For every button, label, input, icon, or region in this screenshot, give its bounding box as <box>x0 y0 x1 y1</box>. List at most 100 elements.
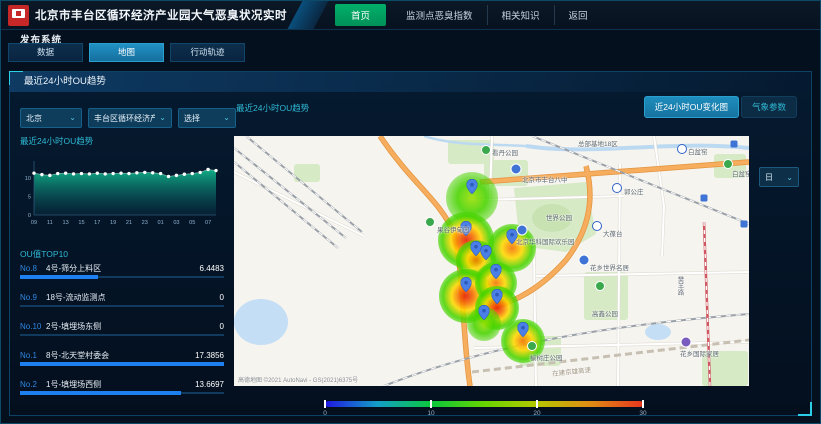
svg-text:15: 15 <box>78 220 84 226</box>
svg-text:0: 0 <box>28 213 31 219</box>
map-place-label: 世界公园 <box>546 212 572 222</box>
ou-value: 13.6697 <box>195 380 224 389</box>
poi-icon <box>511 164 522 175</box>
weather-params-button[interactable]: 气象参数 <box>741 96 797 118</box>
main-panel: 最近24小时OU趋势 北京⌄丰台区循环经济产⌄选择⌄ 最近24小时OU趋势 05… <box>9 71 812 416</box>
svg-text:5: 5 <box>28 194 31 200</box>
period-select-value: 日 <box>765 172 773 183</box>
park-icon <box>481 145 491 155</box>
map-overlay-layer: 总部基地18区看丹公园北京市丰台八中郭公庄白盆窑白盆窑公园世界公园果谷伊甸园北京… <box>234 136 749 386</box>
map-pin-icon[interactable] <box>479 305 490 320</box>
map-canvas[interactable]: 总部基地18区看丹公园北京市丰台八中郭公庄白盆窑白盆窑公园世界公园果谷伊甸园北京… <box>234 136 749 386</box>
map-pin-icon[interactable] <box>518 322 529 337</box>
filter-select-0[interactable]: 北京⌄ <box>20 108 82 128</box>
metro-station-icon <box>677 144 687 154</box>
nav-item-2[interactable]: 相关知识 <box>487 5 554 25</box>
top10-row: No.18号-北天堂村委会17.3856 <box>20 350 224 379</box>
svg-text:01: 01 <box>157 220 163 226</box>
panel-title: 最近24小时OU趋势 <box>10 72 811 92</box>
filter-select-1[interactable]: 丰台区循环经济产⌄ <box>88 108 172 128</box>
map-place-label: 花乡国际家居 <box>680 348 719 358</box>
poi-icon <box>579 255 590 266</box>
value-bar-track <box>20 334 224 336</box>
svg-text:23: 23 <box>142 220 148 226</box>
app-header: 北京市丰台区循环经济产业园大气恶臭状况实时 首页监测点恶臭指数相关知识返回 <box>1 1 820 30</box>
value-bar-track <box>20 363 224 365</box>
chevron-down-icon: ⌄ <box>159 114 166 122</box>
svg-text:09: 09 <box>31 220 37 226</box>
top10-row: No.102号-填埋场东侧0 <box>20 321 224 350</box>
road-shield-icon <box>701 195 708 202</box>
publish-tabs: 数据地图行动轨迹 <box>8 43 245 62</box>
map-place-label: 高鑫公园 <box>592 308 618 318</box>
app-root: 北京市丰台区循环经济产业园大气恶臭状况实时 首页监测点恶臭指数相关知识返回 发布… <box>0 0 821 424</box>
filter-dropdowns: 北京⌄丰台区循环经济产⌄选择⌄ <box>20 108 236 128</box>
park-icon <box>595 281 605 291</box>
publish-tab-2[interactable]: 行动轨迹 <box>170 43 245 62</box>
nav-item-3[interactable]: 返回 <box>554 5 602 25</box>
map-place-label: 总部基地18区 <box>578 138 618 148</box>
nav-item-0[interactable]: 首页 <box>335 4 386 26</box>
rank-label: No.1 <box>20 351 46 360</box>
ou-value: 0 <box>220 322 224 331</box>
value-bar-fill <box>20 391 181 395</box>
legend-tick-label: 30 <box>639 410 646 417</box>
site-name: 1号-填埋场西侧 <box>46 379 189 390</box>
map-place-label: 白盆窑 <box>688 146 708 156</box>
nav-item-1[interactable]: 监测点恶臭指数 <box>392 5 487 25</box>
poi-icon <box>681 337 692 348</box>
poi-icon <box>517 225 528 236</box>
rank-label: No.9 <box>20 293 46 302</box>
filter-select-value: 选择 <box>184 113 200 124</box>
map-section-label: 最近24小时OU趋势 <box>236 102 309 114</box>
period-select[interactable]: 日 ⌄ <box>759 167 799 187</box>
park-icon <box>425 217 435 227</box>
top10-list: No.84号-筛分上料区6.4483No.918号-流动监测点 0 No.1 0 2号-… <box>20 263 224 408</box>
ou-color-legend: 0102030 <box>325 401 643 417</box>
chevron-down-icon: ⌄ <box>69 114 76 122</box>
value-bar-track <box>20 392 224 394</box>
value-bar-track <box>20 276 224 278</box>
map-pin-icon[interactable] <box>481 245 492 260</box>
top10-row: No.21号-填埋场西侧13.6697 <box>20 379 224 408</box>
publish-tab-0[interactable]: 数据 <box>8 43 83 62</box>
svg-text:07: 07 <box>205 220 211 226</box>
metro-station-icon <box>592 221 602 231</box>
map-place-label: 郭公庄 <box>624 186 644 196</box>
filter-select-2[interactable]: 选择⌄ <box>178 108 236 128</box>
ou-value: 17.3856 <box>195 351 224 360</box>
value-bar-fill <box>20 362 224 366</box>
legend-tick-label: 20 <box>533 410 540 417</box>
value-bar-fill <box>20 275 98 279</box>
map-place-label: 榆树庄公园 <box>530 352 563 362</box>
map-place-label: 果谷伊甸园 <box>437 224 470 234</box>
map-pin-icon[interactable] <box>492 289 503 304</box>
svg-text:10: 10 <box>25 176 31 182</box>
publish-tab-1[interactable]: 地图 <box>89 43 164 62</box>
ou-value: 0 <box>220 293 224 302</box>
svg-text:13: 13 <box>63 220 69 226</box>
top10-row: No.84号-筛分上料区6.4483 <box>20 263 224 292</box>
map-place-label: 樊羊路 <box>674 276 684 296</box>
header-accent <box>288 1 329 29</box>
trend-chart: 0510091113151719212301030507 <box>16 148 224 238</box>
legend-tick-mark <box>430 400 432 408</box>
map-pin-icon[interactable] <box>461 277 472 292</box>
svg-text:21: 21 <box>126 220 132 226</box>
road-shield-icon <box>741 221 748 228</box>
svg-text:05: 05 <box>189 220 195 226</box>
site-name: 2号-填埋场东侧 <box>46 321 214 332</box>
main-nav: 首页监测点恶臭指数相关知识返回 <box>335 4 602 26</box>
legend-tick-mark <box>536 400 538 408</box>
top10-row: No.918号-流动监测点 0 <box>20 292 224 321</box>
legend-gradient-bar <box>325 401 643 407</box>
svg-text:11: 11 <box>47 220 53 226</box>
page-title: 北京市丰台区循环经济产业园大气恶臭状况实时 <box>35 7 287 23</box>
chevron-down-icon: ⌄ <box>786 173 793 182</box>
site-name: 18号-流动监测点 <box>46 292 214 303</box>
svg-text:19: 19 <box>110 220 116 226</box>
legend-tick-label: 0 <box>323 410 327 417</box>
map-pin-icon[interactable] <box>467 179 478 194</box>
ou-change-map-button[interactable]: 近24小时OU变化图 <box>644 96 739 118</box>
map-pin-icon[interactable] <box>491 264 502 279</box>
